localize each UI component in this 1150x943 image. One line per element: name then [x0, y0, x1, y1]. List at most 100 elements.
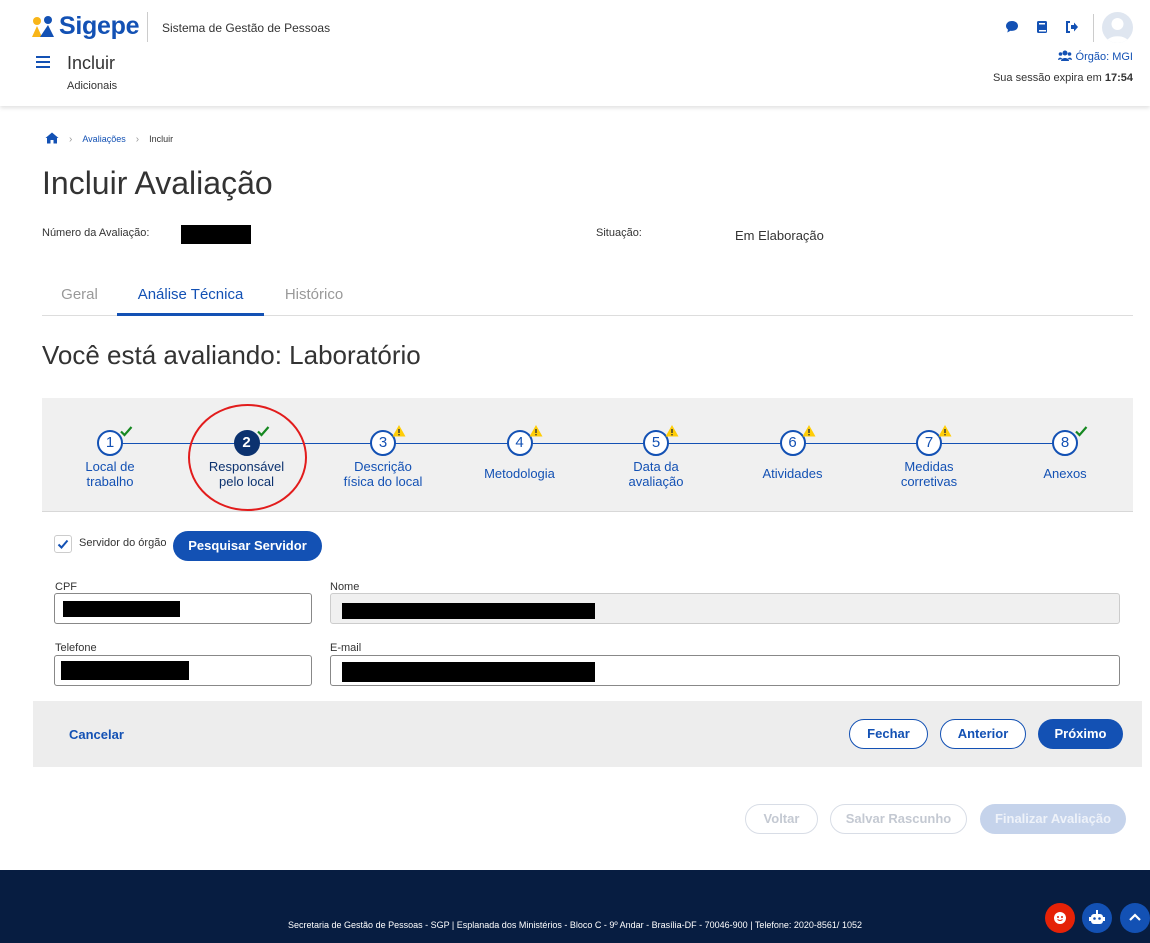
system-name: Sistema de Gestão de Pessoas: [162, 21, 331, 35]
tabs: Geral Análise Técnica Histórico: [42, 276, 1133, 316]
header-title: Incluir: [67, 53, 116, 73]
previous-button[interactable]: Anterior: [940, 719, 1026, 749]
step-8[interactable]: 8 Anexos: [1005, 426, 1125, 481]
step-circle: 4: [506, 425, 542, 456]
logo[interactable]: Sigepe: [31, 12, 139, 41]
step-4[interactable]: 4 Metodologia: [460, 425, 580, 481]
scroll-top-icon[interactable]: [1120, 903, 1150, 933]
feedback-icon[interactable]: [1045, 903, 1075, 933]
warning-icon: [392, 423, 406, 437]
header-divider: [147, 12, 148, 42]
step-label-line: Data da: [633, 459, 679, 474]
step-label-line: Descrição: [354, 459, 412, 474]
numero-value-redacted: [181, 225, 251, 244]
chatbot-icon[interactable]: [1082, 903, 1112, 933]
step-label-line: Metodologia: [484, 466, 555, 481]
header-subtitle: Adicionais: [67, 80, 118, 92]
situacao-value: Em Elaboração: [735, 228, 824, 243]
breadcrumb-avaliacoes[interactable]: Avaliações: [82, 134, 125, 144]
cancel-link[interactable]: Cancelar: [69, 727, 124, 742]
step-5[interactable]: 5 Data da avaliação: [596, 425, 716, 489]
step-label-line: trabalho: [86, 474, 134, 489]
step-circle: 6: [779, 425, 815, 456]
check-icon: [119, 423, 133, 437]
highlight-circle: [188, 404, 307, 511]
user-avatar[interactable]: [1102, 12, 1133, 43]
servidor-checkbox[interactable]: [54, 535, 72, 553]
page: Sigepe Sistema de Gestão de Pessoas Incl…: [0, 0, 1150, 943]
step-label-line: Atividades: [762, 466, 823, 481]
step-number: 6: [788, 434, 797, 451]
step-7[interactable]: 7 Medidas corretivas: [869, 425, 989, 489]
cpf-value-redacted: [63, 601, 180, 617]
step-label: Metodologia: [460, 466, 580, 481]
tab-analise-tecnica[interactable]: Análise Técnica: [117, 276, 264, 316]
step-circle: 8: [1052, 426, 1088, 456]
step-label-line: Medidas: [904, 459, 954, 474]
next-button[interactable]: Próximo: [1038, 719, 1123, 749]
step-number: 7: [924, 434, 934, 451]
save-draft-button[interactable]: Salvar Rascunho: [830, 804, 967, 834]
servidor-label: Servidor do órgão: [79, 537, 167, 549]
step-number: 8: [1060, 434, 1070, 451]
telefone-field[interactable]: [54, 655, 312, 686]
warning-icon: [802, 423, 816, 437]
search-servidor-button[interactable]: Pesquisar Servidor: [173, 531, 322, 561]
cpf-label: CPF: [55, 581, 77, 593]
step-label: Local de trabalho: [50, 459, 170, 489]
users-icon: [1057, 50, 1072, 64]
step-label: Atividades: [733, 466, 853, 481]
tab-historico[interactable]: Histórico: [264, 276, 364, 316]
step-number: 3: [378, 434, 388, 451]
step-circle: 1: [97, 426, 133, 456]
warning-icon: [529, 423, 543, 437]
chat-icon[interactable]: [1005, 20, 1019, 34]
close-button[interactable]: Fechar: [849, 719, 928, 749]
step-label: Anexos: [1005, 466, 1125, 481]
step-circle: 3: [370, 425, 406, 456]
numero-label: Número da Avaliação:: [42, 227, 150, 239]
back-button[interactable]: Voltar: [745, 804, 818, 834]
step-3[interactable]: 3 Descrição física do local: [323, 425, 443, 489]
nome-field: [330, 593, 1120, 624]
orgao-link[interactable]: Órgão: MGI: [1057, 50, 1133, 64]
nome-label: Nome: [330, 581, 360, 593]
cpf-field[interactable]: [54, 593, 312, 624]
sigepe-logo-icon: [31, 15, 55, 39]
tab-geral[interactable]: Geral: [42, 276, 117, 316]
finalize-button[interactable]: Finalizar Avaliação: [980, 804, 1126, 834]
evaluating-heading: Você está avaliando: Laboratório: [42, 340, 421, 370]
step-label-line: corretivas: [900, 474, 958, 489]
step-number: 1: [105, 434, 115, 451]
step-circle: 5: [643, 425, 679, 456]
footer: Secretaria de Gestão de Pessoas - SGP | …: [0, 870, 1150, 943]
step-label-line: Local de: [85, 459, 135, 474]
chevron-right-icon: ›: [135, 133, 140, 145]
step-circle: 7: [916, 425, 952, 456]
session-time: 17:54: [1104, 72, 1133, 84]
session-prefix: Sua sessão expira em: [992, 72, 1102, 84]
situacao-label: Situação:: [596, 227, 642, 239]
hamburger-menu-icon[interactable]: [36, 56, 50, 68]
book-icon[interactable]: [1035, 20, 1049, 34]
step-label-line: Anexos: [1043, 466, 1087, 481]
page-title: Incluir Avaliação: [42, 165, 273, 201]
session-expiry: Sua sessão expira em 17:54: [993, 72, 1133, 84]
step-1[interactable]: 1 Local de trabalho: [50, 426, 170, 489]
footer-text: Secretaria de Gestão de Pessoas - SGP | …: [288, 920, 862, 930]
chevron-right-icon: ›: [69, 133, 73, 145]
step-label: Descrição física do local: [323, 459, 443, 489]
telefone-value-redacted: [61, 661, 189, 680]
header-separator: [1093, 14, 1094, 42]
step-label-line: avaliação: [628, 474, 684, 489]
logout-icon[interactable]: [1065, 20, 1079, 34]
header: Sigepe Sistema de Gestão de Pessoas Incl…: [0, 0, 1150, 106]
breadcrumb: › Avaliações › Incluir: [45, 132, 173, 146]
logo-text: Sigepe: [59, 12, 140, 40]
email-value-redacted: [342, 662, 595, 682]
email-label: E-mail: [330, 642, 362, 654]
home-icon[interactable]: [45, 132, 59, 146]
email-field[interactable]: [330, 655, 1120, 686]
step-6[interactable]: 6 Atividades: [733, 425, 853, 481]
warning-icon: [665, 423, 679, 437]
